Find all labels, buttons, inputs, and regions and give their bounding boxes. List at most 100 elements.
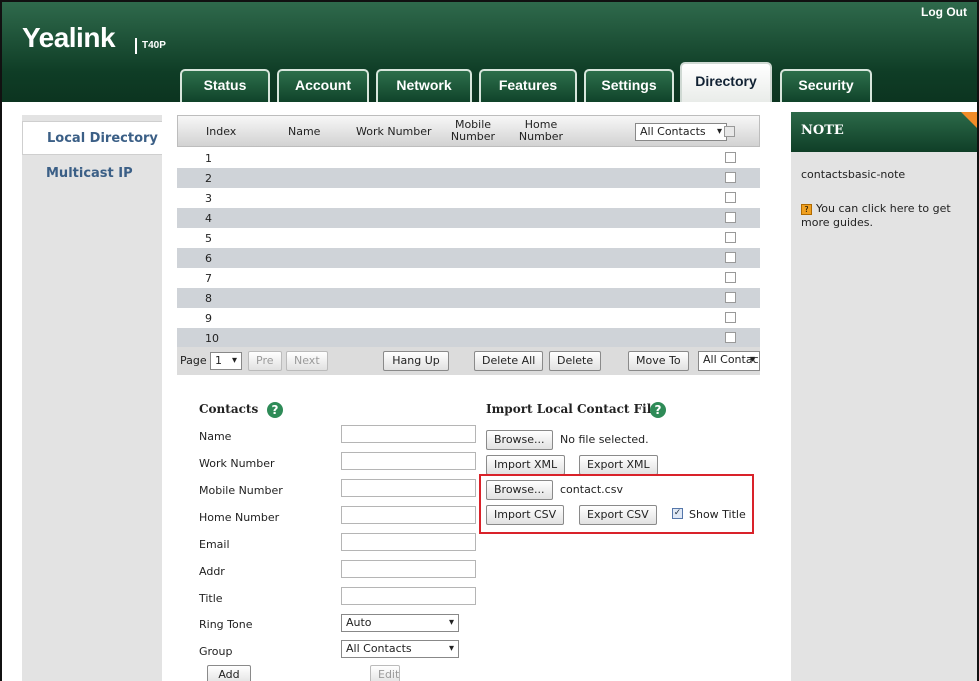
yealink-logo: Yealink (22, 22, 116, 53)
row-checkbox[interactable] (725, 192, 736, 203)
group-select[interactable]: All Contacts (341, 640, 459, 658)
header-mobile-number: Mobile Number (450, 118, 496, 143)
browser-frame: Yealink T40P Log Out Status Account Netw… (0, 0, 979, 681)
table-row: 8 (177, 288, 760, 308)
addr-field[interactable] (341, 560, 476, 578)
left-nav: Local Directory Multicast IP (22, 115, 162, 681)
note-corner-icon (961, 112, 977, 128)
group-label: Group (199, 645, 233, 658)
row-checkbox[interactable] (725, 232, 736, 243)
row-index: 9 (205, 312, 212, 325)
note-title: NOTE (791, 112, 977, 152)
row-index: 10 (205, 332, 219, 345)
table-row: 1 (177, 148, 760, 168)
show-title-label: Show Title (689, 508, 746, 521)
tab-status[interactable]: Status (180, 69, 270, 102)
export-csv-button[interactable]: Export CSV (579, 505, 657, 525)
pre-button[interactable]: Pre (248, 351, 282, 371)
page-select[interactable]: 1 (210, 352, 242, 370)
logout-link[interactable]: Log Out (921, 5, 967, 19)
select-all-checkbox[interactable] (724, 126, 735, 137)
add-button[interactable]: Add (207, 665, 251, 681)
mobile-number-field[interactable] (341, 479, 476, 497)
nav-item-local-directory[interactable]: Local Directory (22, 121, 162, 155)
row-checkbox[interactable] (725, 312, 736, 323)
title-label: Title (199, 592, 223, 605)
csv-file-name: contact.csv (560, 483, 623, 496)
row-index: 2 (205, 172, 212, 185)
nav-item-multicast-ip[interactable]: Multicast IP (22, 157, 162, 191)
header-home-number: Home Number (518, 118, 564, 143)
row-index: 8 (205, 292, 212, 305)
addr-label: Addr (199, 565, 225, 578)
import-xml-button[interactable]: Import XML (486, 455, 566, 475)
name-field[interactable] (341, 425, 476, 443)
work-number-field[interactable] (341, 452, 476, 470)
tab-settings[interactable]: Settings (584, 69, 674, 102)
contacts-help-icon[interactable]: ? (267, 402, 283, 418)
browse-csv-button[interactable]: Browse... (486, 480, 553, 500)
mobile-number-label: Mobile Number (199, 484, 283, 497)
import-section-title: Import Local Contact File (486, 402, 659, 416)
home-number-field[interactable] (341, 506, 476, 524)
row-checkbox[interactable] (725, 172, 736, 183)
import-csv-button[interactable]: Import CSV (486, 505, 565, 525)
row-index: 6 (205, 252, 212, 265)
next-button[interactable]: Next (286, 351, 328, 371)
header-name: Name (288, 125, 321, 138)
header-index: Index (206, 125, 237, 138)
name-label: Name (199, 430, 232, 443)
table-toolbar: Page 1 Pre Next Hang Up Delete All Delet… (177, 347, 760, 375)
export-xml-button[interactable]: Export XML (579, 455, 658, 475)
model-label: T40P (135, 38, 166, 54)
row-index: 5 (205, 232, 212, 245)
note-text: contactsbasic-note (801, 168, 906, 181)
edit-button[interactable]: Edit (370, 665, 400, 681)
hang-up-button[interactable]: Hang Up (383, 351, 449, 371)
move-to-button[interactable]: Move To (628, 351, 689, 371)
row-checkbox[interactable] (725, 332, 736, 343)
note-panel: NOTE contactsbasic-note ? You can click h… (791, 112, 977, 681)
contacts-section-title: Contacts (199, 402, 259, 416)
help-book-icon: ? (801, 204, 812, 215)
row-checkbox[interactable] (725, 292, 736, 303)
contacts-table-header: Index Name Work Number Mobile Number Hom… (177, 115, 760, 147)
row-checkbox[interactable] (725, 272, 736, 283)
row-checkbox[interactable] (725, 212, 736, 223)
delete-all-button[interactable]: Delete All (474, 351, 544, 371)
row-checkbox[interactable] (725, 252, 736, 263)
delete-button[interactable]: Delete (549, 351, 602, 371)
ring-tone-label: Ring Tone (199, 618, 253, 631)
guides-link[interactable]: ? You can click here to get more guides. (801, 202, 971, 230)
table-row: 9 (177, 308, 760, 328)
row-checkbox[interactable] (725, 152, 736, 163)
tab-features[interactable]: Features (479, 69, 577, 102)
tab-account[interactable]: Account (277, 69, 369, 102)
home-number-label: Home Number (199, 511, 280, 524)
main-content: Index Name Work Number Mobile Number Hom… (177, 115, 777, 681)
guides-link-text: You can click here to get more guides. (801, 202, 951, 229)
table-row: 3 (177, 188, 760, 208)
header-bar: Yealink T40P Log Out Status Account Netw… (2, 2, 977, 102)
table-row: 6 (177, 248, 760, 268)
email-field[interactable] (341, 533, 476, 551)
row-index: 7 (205, 272, 212, 285)
show-title-checkbox[interactable]: ✓ (672, 508, 683, 519)
move-target-select[interactable]: All Contac (698, 351, 760, 371)
tab-security[interactable]: Security (780, 69, 872, 102)
table-row: 7 (177, 268, 760, 288)
tab-directory[interactable]: Directory (680, 62, 772, 102)
group-filter-select[interactable]: All Contacts (635, 123, 727, 141)
ring-tone-select[interactable]: Auto (341, 614, 459, 632)
title-field[interactable] (341, 587, 476, 605)
page-label: Page (180, 354, 207, 367)
row-index: 3 (205, 192, 212, 205)
email-label: Email (199, 538, 230, 551)
row-index: 4 (205, 212, 212, 225)
browse-xml-button[interactable]: Browse... (486, 430, 553, 450)
xml-file-status: No file selected. (560, 433, 649, 446)
import-help-icon[interactable]: ? (650, 402, 666, 418)
table-row: 10 (177, 328, 760, 348)
table-row: 5 (177, 228, 760, 248)
tab-network[interactable]: Network (376, 69, 472, 102)
